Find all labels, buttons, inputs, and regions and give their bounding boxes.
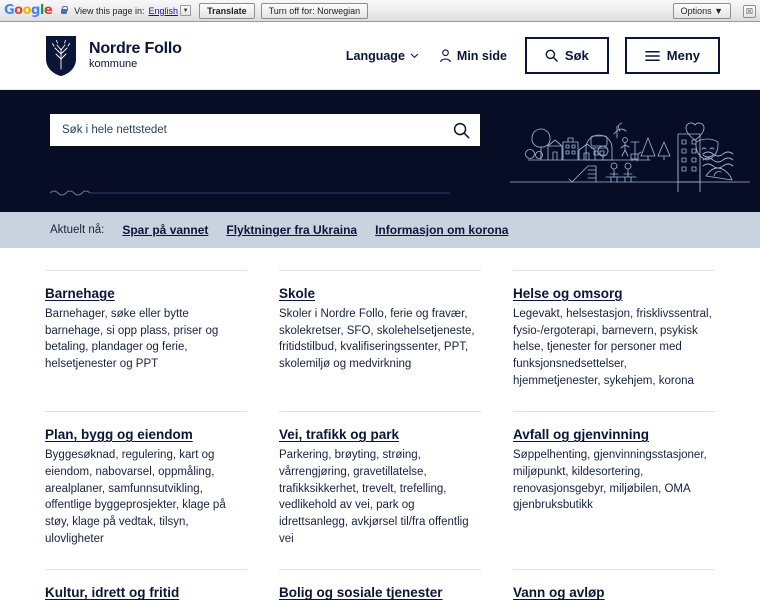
service-card-description: Byggesøknad, regulering, kart og eiendom… [45,449,226,545]
service-card: Helse og omsorg Legevakt, helsestasjon, … [513,270,715,411]
google-translate-bar: Google View this page in: English ▼ Tran… [0,0,760,22]
options-button[interactable]: Options ▼ [672,3,731,19]
site-header: Nordre Follo kommune Language Min side S… [0,22,760,90]
service-card-description: Skoler i Nordre Follo, ferie og fravær, … [279,308,475,371]
decorative-wave-divider [50,190,450,196]
city-life-illustration [510,122,750,192]
main-content: Barnehage Barnehager, søke eller bytte b… [0,248,760,600]
site-search-box[interactable] [50,114,480,146]
service-card-title[interactable]: Avfall og gjenvinning [513,427,649,442]
service-card: Skole Skoler i Nordre Follo, ferie og fr… [279,270,481,411]
person-icon [440,48,451,62]
service-card-description: Søppelhenting, gjenvinningsstasjoner, mi… [513,449,707,512]
service-card-description: Barnehager, søke eller bytte barnehage, … [45,308,219,371]
service-card: Bolig og sosiale tjenester Økonomisk sos… [279,569,481,600]
google-logo: Google [4,3,53,18]
service-card-title[interactable]: Plan, bygg og eiendom [45,427,193,442]
chevron-down-icon[interactable]: ▼ [180,5,192,16]
close-icon[interactable]: ☒ [743,4,756,18]
service-card-description: Parkering, brøyting, strøing, vårrengjør… [279,449,469,545]
service-card-title[interactable]: Bolig og sosiale tjenester [279,585,443,600]
service-card-title[interactable]: Kultur, idrett og fritid [45,585,179,600]
service-card-title[interactable]: Skole [279,286,315,301]
search-button[interactable]: Søk [524,37,609,74]
current-news-bar: Aktuelt nå: Spar på vannet Flyktninger f… [0,212,760,248]
search-submit-button[interactable] [453,122,470,139]
search-icon [545,49,558,62]
service-card: Plan, bygg og eiendom Byggesøknad, regul… [45,411,247,569]
brand-name: Nordre Follo [89,39,182,57]
source-language-link[interactable]: English [149,6,179,16]
header-navigation: Language Min side Søk Meny [344,37,720,74]
service-card: Vann og avløp Drikkevann, gebyrer og fak… [513,569,715,600]
search-button-label: Søk [564,48,589,63]
menu-button-label: Meny [666,48,700,63]
service-card: Vei, trafikk og park Parkering, brøyting… [279,411,481,569]
news-link-1[interactable]: Spar på vannet [122,223,208,237]
min-side-label: Min side [456,48,507,63]
min-side-link[interactable]: Min side [437,45,509,67]
service-card: Avfall og gjenvinning Søppelhenting, gje… [513,411,715,569]
current-news-label: Aktuelt nå: [50,224,105,236]
menu-button[interactable]: Meny [624,37,720,74]
nordre-follo-shield-logo-icon [46,35,76,76]
news-link-3[interactable]: Informasjon om korona [375,223,508,237]
news-link-2[interactable]: Flyktninger fra Ukraina [226,223,357,237]
turn-off-translation-button[interactable]: Turn off for: Norwegian [260,2,369,19]
service-card: Barnehage Barnehager, søke eller bytte b… [45,270,247,411]
search-input[interactable] [62,124,453,136]
lock-icon [60,6,69,15]
search-icon [453,122,470,138]
service-category-grid: Barnehage Barnehager, søke eller bytte b… [45,270,715,600]
translate-button[interactable]: Translate [199,2,255,19]
brand-subtitle: kommune [89,57,138,70]
service-card-title[interactable]: Vei, trafikk og park [279,427,399,442]
brand-home-link[interactable]: Nordre Follo kommune [45,35,182,77]
service-card-title[interactable]: Helse og omsorg [513,286,623,301]
language-label: Language [345,48,405,63]
hero-section [0,90,760,212]
language-selector[interactable]: Language [344,45,421,67]
service-card-title[interactable]: Barnehage [45,286,115,301]
service-card: Kultur, idrett og fritid Folkehelse, bib… [45,569,247,600]
service-card-description: Legevakt, helsestasjon, frisklivssentral… [513,308,712,387]
service-card-title[interactable]: Vann og avløp [513,585,605,600]
chevron-down-icon [410,53,419,59]
hamburger-menu-icon [644,50,660,61]
translate-prompt: View this page in: [74,5,145,16]
